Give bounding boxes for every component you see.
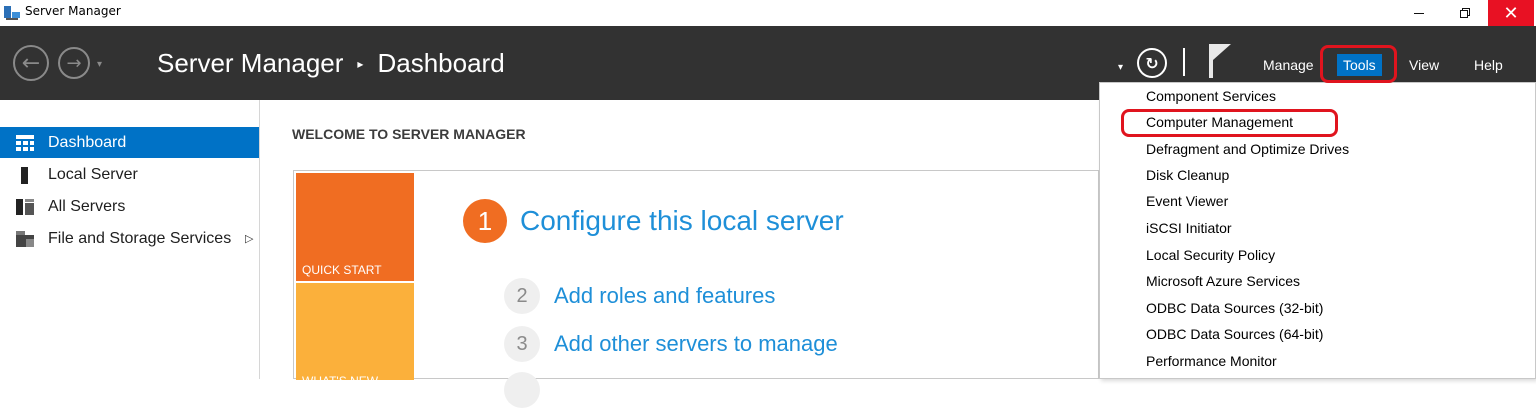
expand-arrow-icon[interactable]: ▷ — [245, 232, 253, 245]
tools-menu-item[interactable]: ODBC Data Sources (32-bit) — [1146, 298, 1323, 318]
close-icon: ✕ — [1503, 2, 1519, 24]
window-title: Server Manager — [25, 4, 121, 18]
restore-icon — [1460, 8, 1470, 18]
close-button[interactable]: ✕ — [1488, 0, 1534, 26]
whats-new-label: WHAT'S NEW — [302, 374, 379, 388]
quick-start-label: QUICK START — [302, 263, 382, 277]
step-number-badge: 2 — [504, 278, 540, 314]
sidebar-item-label: Local Server — [48, 165, 138, 183]
back-arrow-icon: ← — [21, 50, 41, 76]
step-add-roles-features[interactable]: 2 Add roles and features — [504, 278, 775, 314]
refresh-glyph: ↻ — [1145, 53, 1159, 73]
sidebar-item-file-storage[interactable]: File and Storage Services ▷ — [0, 223, 259, 254]
window-title-bar: Server Manager ✕ — [0, 0, 1536, 26]
history-dropdown-icon[interactable]: ▾ — [97, 59, 102, 70]
forward-button[interactable]: → — [58, 47, 90, 79]
step-link[interactable]: Configure this local server — [520, 205, 844, 237]
header-dropdown-icon[interactable]: ▾ — [1118, 62, 1123, 73]
breadcrumb-page: Dashboard — [377, 48, 505, 78]
welcome-title: WELCOME TO SERVER MANAGER — [292, 126, 526, 142]
minimize-button[interactable] — [1396, 0, 1442, 26]
step-number-badge-partial — [504, 372, 540, 408]
computer-management-annotation-highlight — [1121, 109, 1338, 137]
whats-new-tile[interactable]: WHAT'S NEW — [296, 283, 414, 388]
sidebar-item-local-server[interactable]: Local Server — [0, 159, 259, 190]
tools-menu-item[interactable]: ODBC Data Sources (64-bit) — [1146, 324, 1323, 344]
minimize-icon — [1414, 12, 1424, 14]
sidebar: Dashboard Local Server All Servers File … — [0, 100, 260, 379]
breadcrumb: Server Manager ▸ Dashboard — [157, 48, 505, 79]
tools-menu-item[interactable]: iSCSI Initiator — [1146, 218, 1232, 238]
step-link[interactable]: Add other servers to manage — [554, 331, 838, 357]
file-storage-icon — [16, 230, 34, 247]
sidebar-item-label: Dashboard — [48, 133, 127, 151]
notifications-flag-icon[interactable] — [1209, 44, 1233, 78]
sidebar-item-label: All Servers — [48, 197, 126, 215]
menu-help[interactable]: Help — [1468, 54, 1509, 76]
local-server-icon — [16, 166, 34, 184]
tools-menu-item[interactable]: Performance Monitor — [1146, 351, 1277, 371]
tools-menu-item[interactable]: Event Viewer — [1146, 191, 1228, 211]
step-configure-local-server[interactable]: 1 Configure this local server — [463, 199, 844, 243]
header-divider — [1183, 48, 1185, 76]
refresh-icon[interactable]: ↻ — [1137, 48, 1167, 78]
tools-annotation-highlight — [1320, 45, 1397, 83]
tools-menu-item[interactable]: Local Security Policy — [1146, 245, 1275, 265]
sidebar-item-dashboard[interactable]: Dashboard — [0, 127, 259, 158]
menu-view[interactable]: View — [1403, 54, 1445, 76]
menu-manage[interactable]: Manage — [1257, 54, 1320, 76]
sidebar-item-label: File and Storage Services — [48, 229, 232, 247]
dashboard-icon — [16, 134, 34, 151]
tools-menu-item[interactable]: Microsoft Azure Services — [1146, 271, 1300, 291]
restore-button[interactable] — [1442, 0, 1488, 26]
tools-menu-item[interactable]: Component Services — [1146, 86, 1276, 106]
server-manager-app-icon — [4, 4, 20, 20]
step-link[interactable]: Add roles and features — [554, 283, 775, 309]
step-number-badge: 3 — [504, 326, 540, 362]
quick-start-tile[interactable]: QUICK START — [296, 173, 414, 281]
sidebar-item-all-servers[interactable]: All Servers — [0, 191, 259, 222]
breadcrumb-root[interactable]: Server Manager — [157, 48, 343, 79]
tools-menu-item[interactable]: Disk Cleanup — [1146, 165, 1229, 185]
tools-menu-item[interactable]: Defragment and Optimize Drives — [1146, 139, 1349, 159]
step-add-other-servers[interactable]: 3 Add other servers to manage — [504, 326, 838, 362]
breadcrumb-separator-icon: ▸ — [357, 56, 364, 71]
step-number-badge: 1 — [463, 199, 507, 243]
back-button[interactable]: ← — [13, 45, 49, 81]
forward-arrow-icon: → — [66, 52, 82, 74]
all-servers-icon — [16, 198, 34, 215]
